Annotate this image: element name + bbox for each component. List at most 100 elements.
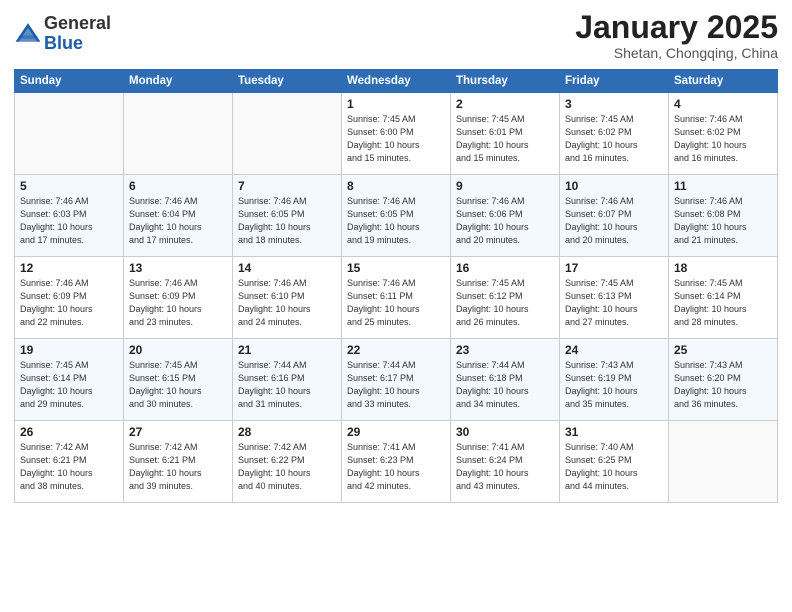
- calendar-cell: [669, 421, 778, 503]
- calendar-cell: 8 Sunrise: 7:46 AM Sunset: 6:05 PM Daylig…: [342, 175, 451, 257]
- calendar-week-3: 12 Sunrise: 7:46 AM Sunset: 6:09 PM Dayli…: [15, 257, 778, 339]
- logo-text: General Blue: [44, 14, 111, 54]
- calendar-cell: 9 Sunrise: 7:46 AM Sunset: 6:06 PM Daylig…: [451, 175, 560, 257]
- day-number: 1: [347, 97, 445, 111]
- day-number: 12: [20, 261, 118, 275]
- day-number: 24: [565, 343, 663, 357]
- day-number: 25: [674, 343, 772, 357]
- day-info: Sunrise: 7:46 AM Sunset: 6:03 PM Dayligh…: [20, 195, 118, 247]
- day-number: 4: [674, 97, 772, 111]
- page: General Blue January 2025 Shetan, Chongq…: [0, 0, 792, 612]
- month-title: January 2025: [575, 10, 778, 45]
- calendar-week-4: 19 Sunrise: 7:45 AM Sunset: 6:14 PM Dayli…: [15, 339, 778, 421]
- calendar-cell: 17Sunrise: 7:45 AM Sunset: 6:13 PM Dayli…: [560, 257, 669, 339]
- logo: General Blue: [14, 14, 111, 54]
- title-block: January 2025 Shetan, Chongqing, China: [575, 10, 778, 61]
- calendar-cell: 26Sunrise: 7:42 AM Sunset: 6:21 PM Dayli…: [15, 421, 124, 503]
- day-info: Sunrise: 7:41 AM Sunset: 6:24 PM Dayligh…: [456, 441, 554, 493]
- day-info: Sunrise: 7:45 AM Sunset: 6:02 PM Dayligh…: [565, 113, 663, 165]
- calendar-week-2: 5 Sunrise: 7:46 AM Sunset: 6:03 PM Daylig…: [15, 175, 778, 257]
- day-info: Sunrise: 7:44 AM Sunset: 6:17 PM Dayligh…: [347, 359, 445, 411]
- calendar-cell: 11Sunrise: 7:46 AM Sunset: 6:08 PM Dayli…: [669, 175, 778, 257]
- calendar: SundayMondayTuesdayWednesdayThursdayFrid…: [14, 69, 778, 503]
- calendar-cell: 12Sunrise: 7:46 AM Sunset: 6:09 PM Dayli…: [15, 257, 124, 339]
- day-info: Sunrise: 7:45 AM Sunset: 6:01 PM Dayligh…: [456, 113, 554, 165]
- calendar-cell: 23 Sunrise: 7:44 AM Sunset: 6:18 PM Dayli…: [451, 339, 560, 421]
- day-info: Sunrise: 7:45 AM Sunset: 6:14 PM Dayligh…: [20, 359, 118, 411]
- calendar-cell: 6 Sunrise: 7:46 AM Sunset: 6:04 PM Daylig…: [124, 175, 233, 257]
- day-info: Sunrise: 7:45 AM Sunset: 6:00 PM Dayligh…: [347, 113, 445, 165]
- calendar-header-saturday: Saturday: [669, 70, 778, 93]
- day-info: Sunrise: 7:41 AM Sunset: 6:23 PM Dayligh…: [347, 441, 445, 493]
- day-number: 10: [565, 179, 663, 193]
- calendar-header-sunday: Sunday: [15, 70, 124, 93]
- location: Shetan, Chongqing, China: [575, 45, 778, 61]
- day-info: Sunrise: 7:43 AM Sunset: 6:20 PM Dayligh…: [674, 359, 772, 411]
- day-number: 19: [20, 343, 118, 357]
- calendar-cell: 14Sunrise: 7:46 AM Sunset: 6:10 PM Dayli…: [233, 257, 342, 339]
- day-number: 26: [20, 425, 118, 439]
- calendar-cell: 15 Sunrise: 7:46 AM Sunset: 6:11 PM Dayli…: [342, 257, 451, 339]
- day-number: 28: [238, 425, 336, 439]
- calendar-cell: 25 Sunrise: 7:43 AM Sunset: 6:20 PM Dayli…: [669, 339, 778, 421]
- calendar-cell: 1 Sunrise: 7:45 AM Sunset: 6:00 PM Daylig…: [342, 93, 451, 175]
- day-number: 18: [674, 261, 772, 275]
- logo-icon: [14, 20, 42, 48]
- day-info: Sunrise: 7:45 AM Sunset: 6:15 PM Dayligh…: [129, 359, 227, 411]
- day-info: Sunrise: 7:40 AM Sunset: 6:25 PM Dayligh…: [565, 441, 663, 493]
- calendar-header-thursday: Thursday: [451, 70, 560, 93]
- calendar-week-5: 26 Sunrise: 7:42 AM Sunset: 6:21 PM Dayli…: [15, 421, 778, 503]
- day-info: Sunrise: 7:46 AM Sunset: 6:05 PM Dayligh…: [347, 195, 445, 247]
- calendar-cell: 21Sunrise: 7:44 AM Sunset: 6:16 PM Dayli…: [233, 339, 342, 421]
- day-number: 9: [456, 179, 554, 193]
- day-info: Sunrise: 7:43 AM Sunset: 6:19 PM Dayligh…: [565, 359, 663, 411]
- day-info: Sunrise: 7:42 AM Sunset: 6:21 PM Dayligh…: [129, 441, 227, 493]
- day-number: 8: [347, 179, 445, 193]
- day-number: 13: [129, 261, 227, 275]
- day-number: 7: [238, 179, 336, 193]
- day-info: Sunrise: 7:46 AM Sunset: 6:07 PM Dayligh…: [565, 195, 663, 247]
- logo-general: General: [44, 13, 111, 33]
- day-info: Sunrise: 7:46 AM Sunset: 6:11 PM Dayligh…: [347, 277, 445, 329]
- day-info: Sunrise: 7:42 AM Sunset: 6:22 PM Dayligh…: [238, 441, 336, 493]
- calendar-cell: 16Sunrise: 7:45 AM Sunset: 6:12 PM Dayli…: [451, 257, 560, 339]
- calendar-cell: 28 Sunrise: 7:42 AM Sunset: 6:22 PM Dayli…: [233, 421, 342, 503]
- calendar-cell: 4 Sunrise: 7:46 AM Sunset: 6:02 PM Daylig…: [669, 93, 778, 175]
- calendar-header-friday: Friday: [560, 70, 669, 93]
- logo-blue: Blue: [44, 33, 83, 53]
- day-info: Sunrise: 7:45 AM Sunset: 6:13 PM Dayligh…: [565, 277, 663, 329]
- day-number: 15: [347, 261, 445, 275]
- day-info: Sunrise: 7:44 AM Sunset: 6:16 PM Dayligh…: [238, 359, 336, 411]
- day-number: 6: [129, 179, 227, 193]
- calendar-cell: 10 Sunrise: 7:46 AM Sunset: 6:07 PM Dayli…: [560, 175, 669, 257]
- calendar-cell: 5 Sunrise: 7:46 AM Sunset: 6:03 PM Daylig…: [15, 175, 124, 257]
- day-number: 23: [456, 343, 554, 357]
- day-info: Sunrise: 7:45 AM Sunset: 6:12 PM Dayligh…: [456, 277, 554, 329]
- day-info: Sunrise: 7:46 AM Sunset: 6:04 PM Dayligh…: [129, 195, 227, 247]
- header: General Blue January 2025 Shetan, Chongq…: [14, 10, 778, 61]
- calendar-cell: 27Sunrise: 7:42 AM Sunset: 6:21 PM Dayli…: [124, 421, 233, 503]
- calendar-week-1: 1 Sunrise: 7:45 AM Sunset: 6:00 PM Daylig…: [15, 93, 778, 175]
- calendar-header-tuesday: Tuesday: [233, 70, 342, 93]
- calendar-cell: 3 Sunrise: 7:45 AM Sunset: 6:02 PM Daylig…: [560, 93, 669, 175]
- calendar-cell: 7Sunrise: 7:46 AM Sunset: 6:05 PM Daylig…: [233, 175, 342, 257]
- day-number: 31: [565, 425, 663, 439]
- day-info: Sunrise: 7:46 AM Sunset: 6:09 PM Dayligh…: [129, 277, 227, 329]
- day-info: Sunrise: 7:46 AM Sunset: 6:06 PM Dayligh…: [456, 195, 554, 247]
- day-number: 5: [20, 179, 118, 193]
- calendar-header-monday: Monday: [124, 70, 233, 93]
- calendar-cell: [124, 93, 233, 175]
- day-number: 3: [565, 97, 663, 111]
- day-info: Sunrise: 7:46 AM Sunset: 6:10 PM Dayligh…: [238, 277, 336, 329]
- calendar-header-row: SundayMondayTuesdayWednesdayThursdayFrid…: [15, 70, 778, 93]
- day-info: Sunrise: 7:45 AM Sunset: 6:14 PM Dayligh…: [674, 277, 772, 329]
- day-number: 2: [456, 97, 554, 111]
- day-info: Sunrise: 7:46 AM Sunset: 6:02 PM Dayligh…: [674, 113, 772, 165]
- calendar-cell: 29 Sunrise: 7:41 AM Sunset: 6:23 PM Dayli…: [342, 421, 451, 503]
- calendar-cell: 22Sunrise: 7:44 AM Sunset: 6:17 PM Dayli…: [342, 339, 451, 421]
- day-info: Sunrise: 7:44 AM Sunset: 6:18 PM Dayligh…: [456, 359, 554, 411]
- calendar-cell: 20 Sunrise: 7:45 AM Sunset: 6:15 PM Dayli…: [124, 339, 233, 421]
- day-number: 20: [129, 343, 227, 357]
- day-number: 29: [347, 425, 445, 439]
- calendar-cell: 24 Sunrise: 7:43 AM Sunset: 6:19 PM Dayli…: [560, 339, 669, 421]
